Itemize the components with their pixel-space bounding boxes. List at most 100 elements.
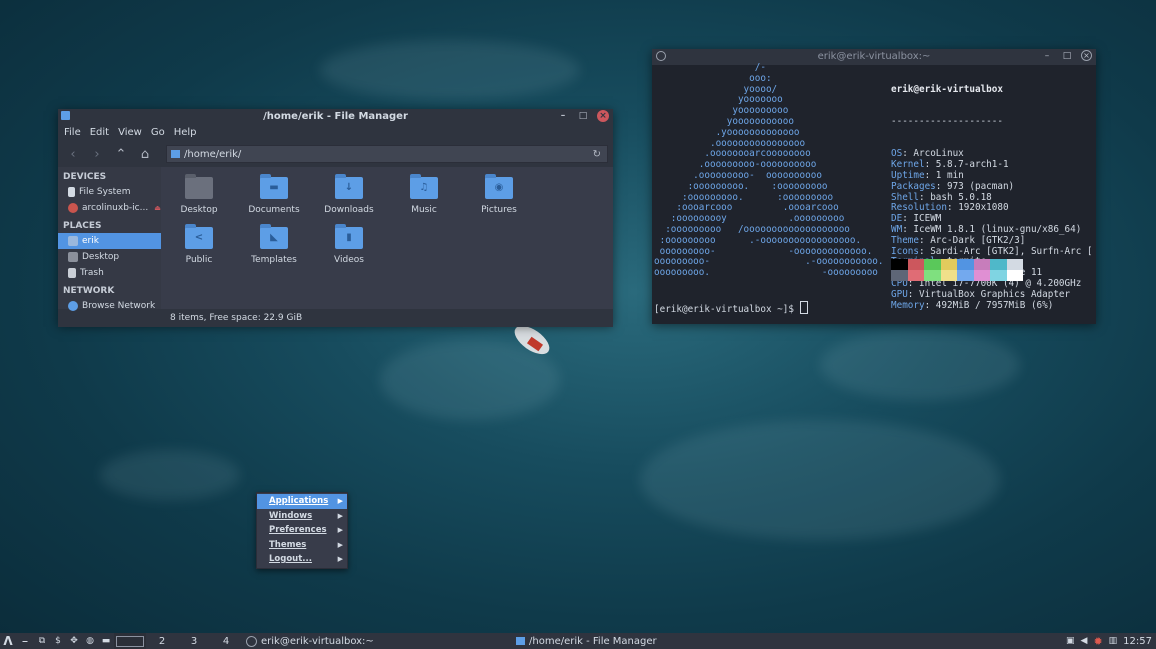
- downloads-folder-icon: ↓: [335, 174, 363, 199]
- file-item-desktop[interactable]: Desktop: [164, 174, 234, 215]
- menu-item-logout[interactable]: Logout... ▶: [257, 552, 347, 567]
- forward-button[interactable]: ›: [88, 147, 106, 162]
- info-key: WM: [891, 223, 903, 235]
- color-swatch: [940, 270, 957, 281]
- color-swatch: [907, 270, 924, 281]
- window-list-icon[interactable]: ⧉: [34, 633, 50, 649]
- file-item-pictures[interactable]: ◉ Pictures: [464, 174, 534, 215]
- file-manager-window[interactable]: /home/erik - File Manager – □ × File Edi…: [58, 109, 613, 327]
- maximize-button[interactable]: □: [577, 110, 589, 122]
- minimize-button[interactable]: –: [1041, 50, 1053, 62]
- music-folder-icon: ♫: [410, 174, 438, 199]
- info-key: Packages: [891, 180, 936, 192]
- display-icon[interactable]: ▣: [1066, 636, 1075, 646]
- task-terminal[interactable]: erik@erik-virtualbox:~: [246, 635, 516, 647]
- menu-view[interactable]: View: [116, 125, 149, 141]
- sidebar-item-optical-disc[interactable]: arcolinuxb-ic... ⏏: [58, 200, 161, 216]
- window-menu-icon[interactable]: [656, 51, 666, 61]
- file-grid: Desktop ▬ Documents ↓ Downloads ♫ Music …: [161, 167, 613, 309]
- sidebar-item-erik[interactable]: erik: [58, 233, 161, 249]
- show-desktop-icon[interactable]: ⎯: [16, 633, 34, 649]
- menu-item-preferences[interactable]: Preferences ▶: [257, 523, 347, 538]
- network-launcher-icon[interactable]: ◍: [82, 633, 98, 649]
- info-value: VirtualBox Graphics Adapter: [919, 288, 1071, 300]
- workspace-3[interactable]: 3: [178, 633, 210, 649]
- sidebar-item-trash[interactable]: Trash: [58, 265, 161, 281]
- info-value: 1 min: [935, 169, 964, 181]
- folder-icon: [516, 637, 525, 645]
- sidebar-header-devices: DEVICES: [63, 172, 107, 182]
- shell-prompt[interactable]: [erik@erik-virtualbox ~]$: [654, 301, 808, 316]
- chevron-right-icon: ▶: [337, 497, 343, 505]
- task-file-manager[interactable]: /home/erik - File Manager: [516, 636, 657, 647]
- desktop-folder-icon: [185, 174, 213, 199]
- menu-help[interactable]: Help: [172, 125, 204, 141]
- color-swatch: [990, 259, 1007, 270]
- file-item-templates[interactable]: ◣ Templates: [239, 224, 309, 265]
- folder-icon: [171, 150, 180, 158]
- file-item-downloads[interactable]: ↓ Downloads: [314, 174, 384, 215]
- menu-item-applications[interactable]: Applications ▶: [257, 494, 347, 509]
- volume-icon[interactable]: ◀: [1081, 636, 1088, 646]
- start-menu-button[interactable]: Λ: [0, 633, 16, 649]
- info-value: 5.8.7-arch1-1: [935, 159, 1009, 171]
- info-key: Uptime: [891, 169, 925, 181]
- documents-folder-icon: ▬: [260, 174, 288, 199]
- info-value: ICEWM: [913, 213, 942, 225]
- separator: --------------------: [891, 115, 1003, 127]
- info-key: Shell: [891, 191, 919, 203]
- desktop-icon: [68, 252, 78, 262]
- ascii-logo: /- ooo: yoooo/ yooooooo yooooooooo yoooo…: [654, 62, 884, 279]
- sidebar-item-file-system[interactable]: File System: [58, 184, 161, 200]
- color-swatch: [1006, 259, 1023, 270]
- minimize-button[interactable]: –: [557, 110, 569, 122]
- color-swatch: [907, 259, 924, 270]
- color-swatch: [973, 259, 990, 270]
- file-item-documents[interactable]: ▬ Documents: [239, 174, 309, 215]
- videos-folder-icon: ▮: [335, 224, 363, 249]
- maximize-button[interactable]: □: [1061, 50, 1073, 62]
- menu-item-windows[interactable]: Windows ▶: [257, 509, 347, 524]
- menu-item-themes[interactable]: Themes ▶: [257, 538, 347, 553]
- file-item-videos[interactable]: ▮ Videos: [314, 224, 384, 265]
- workspace-4[interactable]: 4: [210, 633, 242, 649]
- files-launcher-icon[interactable]: ▬: [98, 633, 114, 649]
- info-value: Sardi-Arc [GTK2], Surfn-Arc [: [930, 245, 1093, 257]
- menu-file[interactable]: File: [62, 125, 88, 141]
- terminal-window[interactable]: erik@erik-virtualbox:~ – □ × /- ooo: yoo…: [652, 49, 1096, 324]
- menu-go[interactable]: Go: [149, 125, 172, 141]
- workspace-1[interactable]: [114, 633, 146, 649]
- file-manager-titlebar[interactable]: /home/erik - File Manager – □ ×: [58, 109, 613, 125]
- file-item-public[interactable]: < Public: [164, 224, 234, 265]
- sidebar-item-desktop[interactable]: Desktop: [58, 249, 161, 265]
- eject-icon[interactable]: ⏏: [154, 200, 161, 216]
- network-globe-icon: [68, 301, 78, 311]
- info-value: bash 5.0.18: [930, 191, 992, 203]
- trash-icon: [68, 268, 76, 278]
- reload-icon[interactable]: ↻: [593, 149, 601, 160]
- terminal-output[interactable]: /- ooo: yoooo/ yooooooo yooooooooo yoooo…: [652, 62, 1096, 324]
- network-status-icon[interactable]: ▥: [1109, 636, 1118, 646]
- terminal-launcher-icon[interactable]: $: [50, 633, 66, 649]
- sidebar-item-browse-network[interactable]: Browse Network: [58, 298, 161, 314]
- workspace-2[interactable]: 2: [146, 633, 178, 649]
- up-button[interactable]: ⌃: [112, 147, 130, 162]
- info-key: DE: [891, 213, 903, 225]
- color-palette: [891, 259, 1023, 281]
- color-swatch: [940, 259, 957, 270]
- menu-edit[interactable]: Edit: [88, 125, 116, 141]
- close-button[interactable]: ×: [597, 110, 609, 122]
- update-notifier-icon[interactable]: ✹: [1093, 635, 1102, 648]
- close-button[interactable]: ×: [1081, 50, 1092, 61]
- settings-launcher-icon[interactable]: ✥: [66, 633, 82, 649]
- location-bar[interactable]: /home/erik/ ↻: [166, 145, 608, 163]
- root-menu: Applications ▶ Windows ▶ Preferences ▶ Them…: [256, 492, 348, 569]
- color-swatch: [891, 259, 908, 270]
- templates-folder-icon: ◣: [260, 224, 288, 249]
- sidebar-header-places: PLACES: [63, 221, 102, 231]
- file-item-music[interactable]: ♫ Music: [389, 174, 459, 215]
- info-key: Theme: [891, 234, 919, 246]
- home-button[interactable]: ⌂: [136, 147, 154, 162]
- clock[interactable]: 12:57: [1123, 636, 1152, 647]
- back-button[interactable]: ‹: [64, 147, 82, 162]
